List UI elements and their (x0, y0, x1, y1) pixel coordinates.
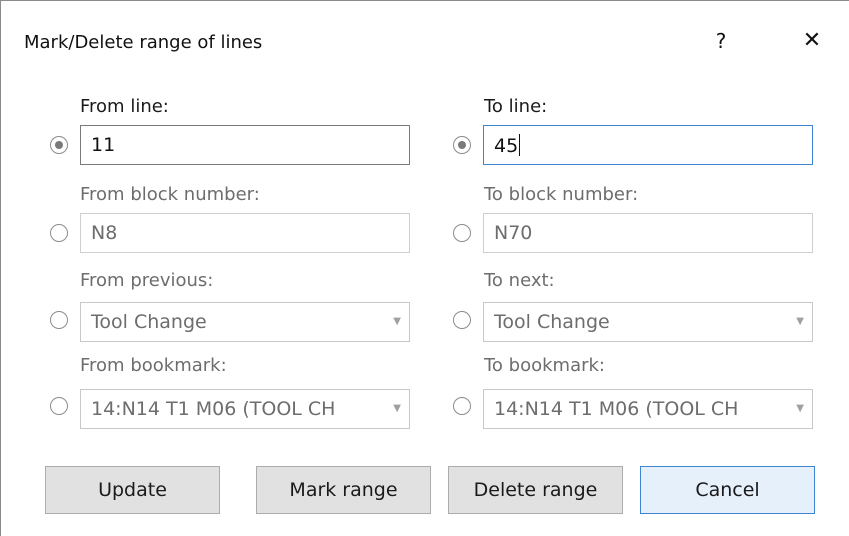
to-block-label: To block number: (484, 184, 639, 205)
to-bookmark-label: To bookmark: (484, 355, 605, 376)
from-line-label: From line: (80, 96, 169, 117)
chevron-down-icon: ▼ (393, 316, 401, 327)
chevron-down-icon: ▼ (393, 403, 401, 414)
to-next-radio[interactable] (453, 311, 471, 329)
chevron-down-icon: ▼ (796, 403, 804, 414)
from-line-input[interactable]: 11 (80, 125, 410, 165)
to-bookmark-radio[interactable] (453, 397, 471, 415)
to-next-value: Tool Change (494, 311, 610, 333)
from-previous-label: From previous: (80, 270, 214, 291)
help-button[interactable]: ? (705, 25, 737, 57)
from-bookmark-label: From bookmark: (80, 355, 227, 376)
to-next-select[interactable]: Tool Change ▼ (483, 302, 813, 342)
from-previous-select[interactable]: Tool Change ▼ (80, 302, 410, 342)
to-block-input[interactable]: N70 (483, 213, 813, 253)
cancel-button[interactable]: Cancel (640, 466, 815, 514)
to-line-input[interactable]: 45 (483, 125, 813, 165)
from-previous-radio[interactable] (50, 311, 68, 329)
from-bookmark-select[interactable]: 14:N14 T1 M06 (TOOL CH ▼ (80, 389, 410, 429)
text-caret (519, 134, 521, 156)
dialog-title: Mark/Delete range of lines (24, 32, 263, 53)
mark-range-button[interactable]: Mark range (256, 466, 431, 514)
to-line-label: To line: (484, 96, 548, 117)
mark-delete-dialog: Mark/Delete range of lines ? ✕ From line… (0, 0, 849, 536)
delete-range-button[interactable]: Delete range (448, 466, 623, 514)
to-next-label: To next: (484, 270, 555, 291)
from-block-radio[interactable] (50, 224, 68, 242)
to-bookmark-select[interactable]: 14:N14 T1 M06 (TOOL CH ▼ (483, 389, 813, 429)
close-button[interactable]: ✕ (796, 25, 828, 57)
from-block-input[interactable]: N8 (80, 213, 410, 253)
from-bookmark-radio[interactable] (50, 397, 68, 415)
to-line-value: 45 (494, 135, 519, 157)
to-block-radio[interactable] (453, 224, 471, 242)
from-bookmark-value: 14:N14 T1 M06 (TOOL CH (91, 398, 336, 420)
from-line-radio[interactable] (50, 136, 68, 154)
to-bookmark-value: 14:N14 T1 M06 (TOOL CH (494, 398, 739, 420)
from-previous-value: Tool Change (91, 311, 207, 333)
update-button[interactable]: Update (45, 466, 220, 514)
to-line-radio[interactable] (453, 136, 471, 154)
from-block-label: From block number: (80, 184, 260, 205)
chevron-down-icon: ▼ (796, 316, 804, 327)
